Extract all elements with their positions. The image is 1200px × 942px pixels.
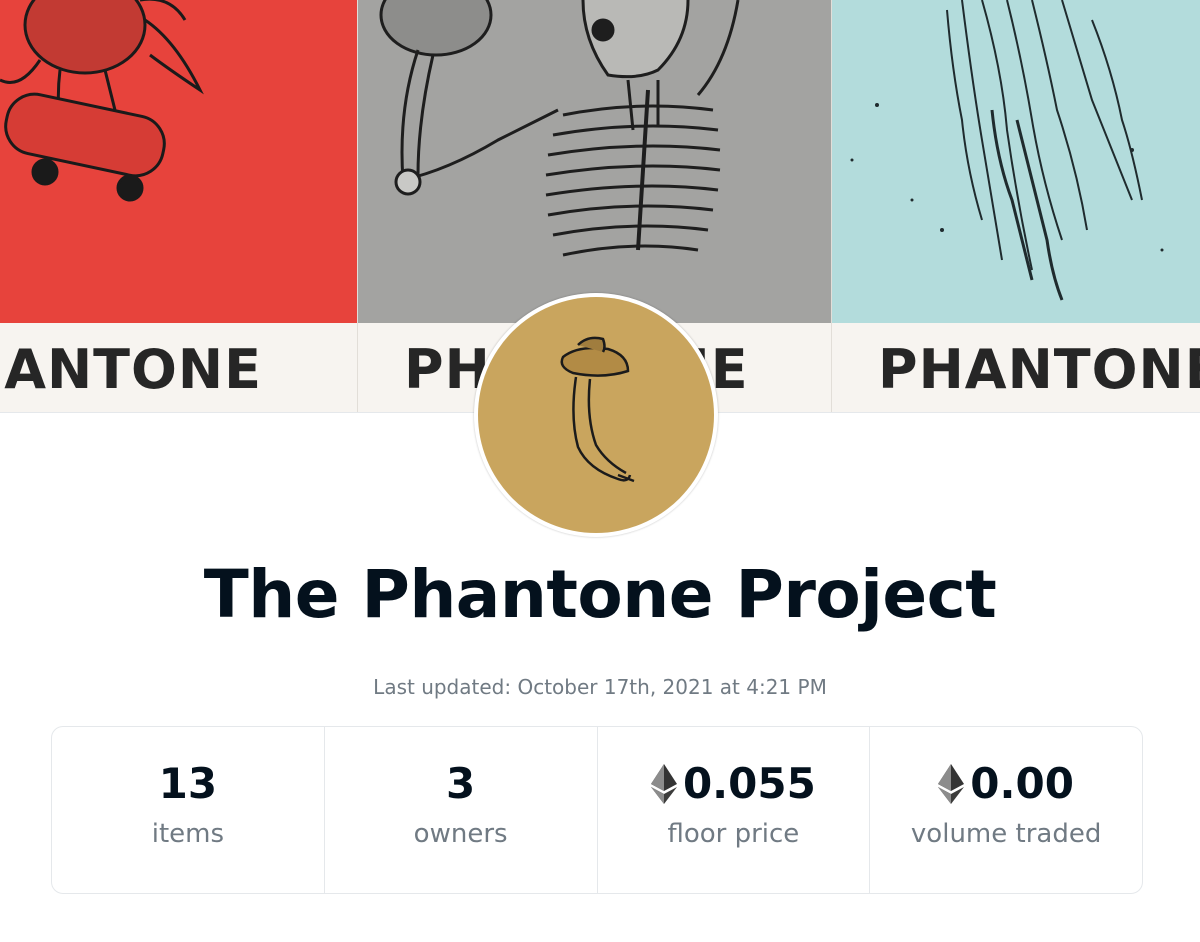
stat-value: 0.00 — [870, 759, 1142, 808]
stat-label: items — [151, 819, 225, 849]
stat-value: 0.055 — [598, 759, 870, 808]
collection-avatar[interactable] — [474, 293, 718, 537]
skeleton-illustration — [379, 0, 740, 257]
banner-panel-cyan: PHANTONE — [831, 0, 1200, 412]
stat-volume-traded[interactable]: 0.00 volume traded — [870, 727, 1142, 893]
stat-items[interactable]: 13 items — [52, 727, 325, 893]
avatar-image — [478, 297, 714, 533]
stat-label: floor price — [667, 819, 800, 849]
stat-number: 0.00 — [970, 759, 1074, 808]
jellyfish-illustration — [850, 0, 1164, 301]
collection-title: The Phantone Project — [203, 556, 997, 633]
eth-icon — [650, 763, 677, 804]
stat-number: 0.055 — [682, 759, 816, 808]
stat-owners[interactable]: 3 owners — [325, 727, 598, 893]
stat-value: 13 — [52, 759, 324, 808]
eth-icon — [938, 763, 965, 804]
collection-stats: 13 items 3 owners 0.055 floor price 0.00… — [51, 726, 1143, 894]
banner-label: HANTONE — [0, 338, 262, 401]
banner-label: PHANTONE — [878, 338, 1200, 401]
banana-with-hat-icon — [560, 336, 635, 483]
stat-value: 3 — [325, 759, 597, 808]
stat-number: 13 — [158, 759, 218, 808]
skateboarding-creature-illustration — [0, 0, 204, 202]
stat-label: owners — [413, 819, 508, 849]
stat-floor-price[interactable]: 0.055 floor price — [598, 727, 871, 893]
stat-number: 3 — [446, 759, 476, 808]
last-updated-text: Last updated: October 17th, 2021 at 4:21… — [373, 675, 827, 699]
stat-label: volume traded — [910, 819, 1102, 849]
banner-panel-red: HANTONE — [0, 0, 357, 412]
